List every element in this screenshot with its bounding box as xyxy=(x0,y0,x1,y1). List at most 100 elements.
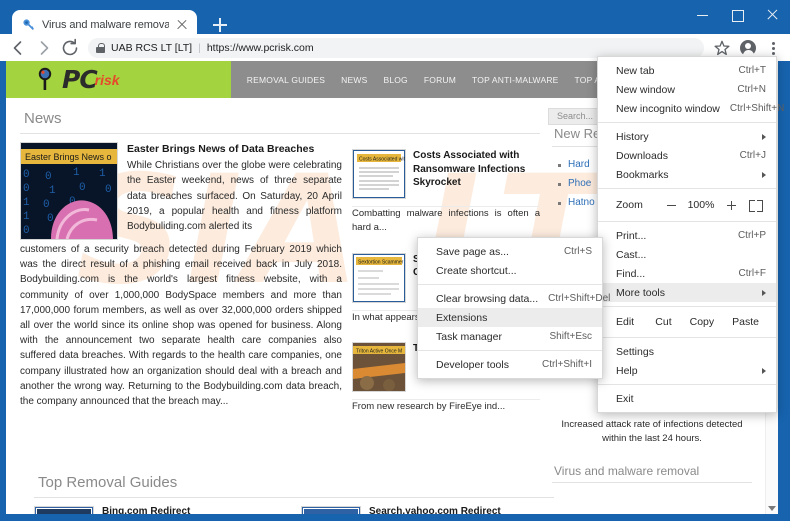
menu-item-accel: Ctrl+N xyxy=(737,84,766,95)
address-bar[interactable]: UAB RCS LT [LT] | https://www.pcrisk.com xyxy=(88,37,704,58)
menu-item-new-incognito-window[interactable]: New incognito window Ctrl+Shift+N xyxy=(598,99,784,118)
svg-text:0: 0 xyxy=(23,225,30,237)
list-item: Costs Associated wit Costs Associated wi… xyxy=(352,142,540,207)
reload-button[interactable] xyxy=(58,36,84,60)
menu-item-label: History xyxy=(616,130,649,143)
menu-item-label: Find... xyxy=(616,267,646,280)
svg-text:0: 0 xyxy=(23,169,30,181)
chevron-right-icon xyxy=(762,133,766,140)
close-window-button[interactable] xyxy=(755,0,790,30)
menu-item-accel: Ctrl+F xyxy=(738,268,767,279)
magnifier-icon xyxy=(38,67,52,90)
menu-item-help[interactable]: Help xyxy=(598,361,776,380)
menu-item-settings[interactable]: Settings xyxy=(598,342,776,361)
more-tools-submenu: Save page as... Ctrl+S Create shortcut..… xyxy=(417,237,610,379)
menu-separator xyxy=(598,188,776,189)
omnibox-separator: | xyxy=(198,41,201,54)
submenu-item-task-manager[interactable]: Task manager Shift+Esc xyxy=(418,327,602,346)
menu-item-print[interactable]: Print... Ctrl+P xyxy=(598,226,776,245)
submenu-item-clear-browsing-data[interactable]: Clear browsing data... Ctrl+Shift+Del xyxy=(418,289,610,308)
fullscreen-icon[interactable] xyxy=(744,195,768,215)
menu-item-label: Bookmarks xyxy=(616,168,669,181)
cut-button[interactable]: Cut xyxy=(646,316,680,328)
menu-separator xyxy=(598,306,776,307)
svg-text:0: 0 xyxy=(105,184,112,196)
zoom-in-button[interactable] xyxy=(720,195,742,215)
menu-item-label: Downloads xyxy=(616,149,668,162)
menu-item-edit: Edit Cut Copy Paste xyxy=(598,311,776,333)
menu-item-label: New window xyxy=(616,83,675,96)
article-thumbnail[interactable]: Easter Brings News o 0011 0100 100 10 0 xyxy=(20,142,118,240)
nav-item-blog[interactable]: BLOG xyxy=(383,75,407,85)
nav-item-forum[interactable]: FORUM xyxy=(424,75,456,85)
list-item: YAHOO! Search.yahoo.com Redirect Search.… xyxy=(301,506,554,514)
nav-item-removal-guides[interactable]: REMOVAL GUIDES xyxy=(247,75,325,85)
chrome-main-menu: New tab Ctrl+T New window Ctrl+N New inc… xyxy=(597,56,784,413)
nav-item-news[interactable]: NEWS xyxy=(341,75,367,85)
menu-item-accel: Ctrl+P xyxy=(737,230,766,241)
menu-item-zoom: Zoom 100% xyxy=(598,193,776,217)
close-icon[interactable] xyxy=(175,18,189,32)
article-thumbnail[interactable]: Triton Active Once M xyxy=(352,341,406,392)
menu-item-exit[interactable]: Exit xyxy=(598,389,776,408)
menu-item-downloads[interactable]: Downloads Ctrl+J xyxy=(598,146,776,165)
site-logo[interactable]: PC risk xyxy=(6,61,231,98)
guide-thumbnail[interactable]: YAHOO! xyxy=(301,506,361,514)
featured-article: Easter Brings News o 0011 0100 100 10 0 xyxy=(20,142,342,414)
scroll-down-arrow-icon[interactable] xyxy=(768,506,776,511)
svg-text:0: 0 xyxy=(23,183,30,195)
menu-item-cast[interactable]: Cast... xyxy=(598,245,776,264)
menu-item-more-tools[interactable]: More tools xyxy=(598,283,776,302)
sextortion-scammer-thumbnail-image: Sextortion Scammer xyxy=(353,253,405,302)
back-button[interactable] xyxy=(6,36,32,60)
article-title[interactable]: Easter Brings News of Data Breaches xyxy=(127,142,342,156)
minimize-button[interactable] xyxy=(685,0,720,30)
svg-text:0: 0 xyxy=(79,182,86,194)
zoom-out-button[interactable] xyxy=(660,195,682,215)
nav-item-top-anti-malware[interactable]: TOP ANTI-MALWARE xyxy=(472,75,558,85)
guide-thumbnail[interactable]: bing xyxy=(34,506,94,514)
zoom-label: Zoom xyxy=(616,199,643,211)
forward-button[interactable] xyxy=(32,36,58,60)
paste-button[interactable]: Paste xyxy=(723,316,768,328)
submenu-item-save-page-as[interactable]: Save page as... Ctrl+S xyxy=(418,242,602,261)
maximize-button[interactable] xyxy=(720,0,755,30)
bing-redirect-thumbnail-image: bing xyxy=(35,507,93,514)
menu-item-label: Extensions xyxy=(436,311,488,324)
menu-item-history[interactable]: History xyxy=(598,127,776,146)
menu-item-find[interactable]: Find... Ctrl+F xyxy=(598,264,776,283)
svg-text:Costs Associated wit: Costs Associated wit xyxy=(359,157,405,163)
logo-text: PC xyxy=(62,65,98,94)
menu-separator xyxy=(418,284,602,285)
top-removal-guides-section: Top Removal Guides bing xyxy=(34,468,554,514)
article-title[interactable]: Costs Associated with Ransomware Infecti… xyxy=(413,149,540,190)
menu-item-bookmarks[interactable]: Bookmarks xyxy=(598,165,776,184)
url-text: https://www.pcrisk.com xyxy=(206,41,314,54)
submenu-item-developer-tools[interactable]: Developer tools Ctrl+Shift+I xyxy=(418,355,602,374)
menu-item-accel: Shift+Esc xyxy=(549,331,592,342)
menu-item-new-window[interactable]: New window Ctrl+N xyxy=(598,80,776,99)
chevron-right-icon xyxy=(762,367,766,374)
copy-button[interactable]: Copy xyxy=(681,316,724,328)
site-identity-label: UAB RCS LT [LT] xyxy=(111,41,193,54)
submenu-item-extensions[interactable]: Extensions xyxy=(418,308,602,327)
article-thumbnail[interactable]: Sextortion Scammer xyxy=(352,252,406,303)
guide-title[interactable]: Bing.com Redirect xyxy=(102,506,287,514)
menu-item-label: Save page as... xyxy=(436,245,509,258)
article-thumbnail[interactable]: Costs Associated wit xyxy=(352,149,406,199)
submenu-item-create-shortcut[interactable]: Create shortcut... xyxy=(418,261,602,280)
svg-text:1: 1 xyxy=(99,168,106,180)
menu-item-label: Task manager xyxy=(436,330,502,343)
svg-text:0: 0 xyxy=(47,213,54,225)
menu-item-label: Help xyxy=(616,364,638,377)
list-item: bing Bing.com Redirect Bing.com is a leg… xyxy=(34,506,287,514)
menu-item-accel: Ctrl+Shift+I xyxy=(541,359,592,370)
costs-ransomware-thumbnail-image: Costs Associated wit xyxy=(353,150,405,198)
guide-title[interactable]: Search.yahoo.com Redirect xyxy=(369,506,554,514)
menu-item-new-tab[interactable]: New tab Ctrl+T xyxy=(598,61,776,80)
menu-separator xyxy=(598,384,776,385)
menu-item-label: Clear browsing data... xyxy=(436,292,539,305)
menu-separator xyxy=(598,221,776,222)
menu-item-label: Developer tools xyxy=(436,358,509,371)
chevron-right-icon xyxy=(762,289,766,296)
